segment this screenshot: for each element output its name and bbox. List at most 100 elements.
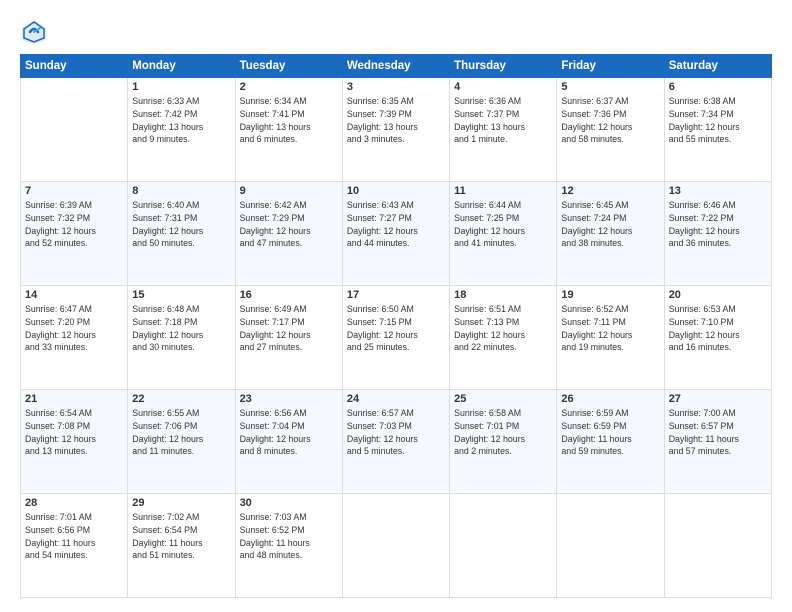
day-info: Sunrise: 6:34 AM Sunset: 7:41 PM Dayligh… — [240, 95, 338, 146]
day-info: Sunrise: 6:58 AM Sunset: 7:01 PM Dayligh… — [454, 407, 552, 458]
calendar-cell — [557, 494, 664, 598]
calendar-week-row: 14 Sunrise: 6:47 AM Sunset: 7:20 PM Dayli… — [21, 286, 772, 390]
calendar-cell: 30 Sunrise: 7:03 AM Sunset: 6:52 PM Dayli… — [235, 494, 342, 598]
day-number: 15 — [132, 289, 230, 301]
day-number: 18 — [454, 289, 552, 301]
day-info: Sunrise: 6:36 AM Sunset: 7:37 PM Dayligh… — [454, 95, 552, 146]
day-info: Sunrise: 6:54 AM Sunset: 7:08 PM Dayligh… — [25, 407, 123, 458]
logo — [20, 18, 52, 46]
day-info: Sunrise: 6:46 AM Sunset: 7:22 PM Dayligh… — [669, 199, 767, 250]
day-info: Sunrise: 6:42 AM Sunset: 7:29 PM Dayligh… — [240, 199, 338, 250]
day-info: Sunrise: 6:47 AM Sunset: 7:20 PM Dayligh… — [25, 303, 123, 354]
day-info: Sunrise: 6:56 AM Sunset: 7:04 PM Dayligh… — [240, 407, 338, 458]
calendar-cell: 4 Sunrise: 6:36 AM Sunset: 7:37 PM Daylig… — [450, 78, 557, 182]
day-info: Sunrise: 6:37 AM Sunset: 7:36 PM Dayligh… — [561, 95, 659, 146]
day-number: 16 — [240, 289, 338, 301]
calendar-cell: 18 Sunrise: 6:51 AM Sunset: 7:13 PM Dayli… — [450, 286, 557, 390]
day-info: Sunrise: 6:51 AM Sunset: 7:13 PM Dayligh… — [454, 303, 552, 354]
calendar-cell: 3 Sunrise: 6:35 AM Sunset: 7:39 PM Daylig… — [342, 78, 449, 182]
day-info: Sunrise: 6:35 AM Sunset: 7:39 PM Dayligh… — [347, 95, 445, 146]
day-info: Sunrise: 7:00 AM Sunset: 6:57 PM Dayligh… — [669, 407, 767, 458]
day-number: 14 — [25, 289, 123, 301]
day-info: Sunrise: 6:52 AM Sunset: 7:11 PM Dayligh… — [561, 303, 659, 354]
calendar-cell: 12 Sunrise: 6:45 AM Sunset: 7:24 PM Dayli… — [557, 182, 664, 286]
weekday-header-friday: Friday — [557, 55, 664, 78]
day-info: Sunrise: 7:03 AM Sunset: 6:52 PM Dayligh… — [240, 511, 338, 562]
calendar-cell: 19 Sunrise: 6:52 AM Sunset: 7:11 PM Dayli… — [557, 286, 664, 390]
weekday-header-saturday: Saturday — [664, 55, 771, 78]
calendar-cell: 16 Sunrise: 6:49 AM Sunset: 7:17 PM Dayli… — [235, 286, 342, 390]
calendar-cell: 22 Sunrise: 6:55 AM Sunset: 7:06 PM Dayli… — [128, 390, 235, 494]
calendar-cell: 17Sunrise: 6:50 AM Sunset: 7:15 PM Dayli… — [342, 286, 449, 390]
day-number: 8 — [132, 185, 230, 197]
calendar-cell: 24 Sunrise: 6:57 AM Sunset: 7:03 PM Dayli… — [342, 390, 449, 494]
day-number: 19 — [561, 289, 659, 301]
page: SundayMondayTuesdayWednesdayThursdayFrid… — [0, 0, 792, 612]
day-number: 10 — [347, 185, 445, 197]
calendar-cell: 29 Sunrise: 7:02 AM Sunset: 6:54 PM Dayli… — [128, 494, 235, 598]
calendar-cell: 10 Sunrise: 6:43 AM Sunset: 7:27 PM Dayli… — [342, 182, 449, 286]
day-number: 23 — [240, 393, 338, 405]
day-number: 13 — [669, 185, 767, 197]
day-info: Sunrise: 6:39 AM Sunset: 7:32 PM Dayligh… — [25, 199, 123, 250]
day-info: Sunrise: 6:57 AM Sunset: 7:03 PM Dayligh… — [347, 407, 445, 458]
calendar-week-row: 1Sunrise: 6:33 AM Sunset: 7:42 PM Daylig… — [21, 78, 772, 182]
day-info: Sunrise: 6:40 AM Sunset: 7:31 PM Dayligh… — [132, 199, 230, 250]
day-info: Sunrise: 6:59 AM Sunset: 6:59 PM Dayligh… — [561, 407, 659, 458]
calendar-cell: 23 Sunrise: 6:56 AM Sunset: 7:04 PM Dayli… — [235, 390, 342, 494]
calendar-cell: 8 Sunrise: 6:40 AM Sunset: 7:31 PM Daylig… — [128, 182, 235, 286]
weekday-header-sunday: Sunday — [21, 55, 128, 78]
calendar-cell: 28 Sunrise: 7:01 AM Sunset: 6:56 PM Dayli… — [21, 494, 128, 598]
weekday-header-row: SundayMondayTuesdayWednesdayThursdayFrid… — [21, 55, 772, 78]
weekday-header-wednesday: Wednesday — [342, 55, 449, 78]
logo-icon — [20, 18, 48, 46]
calendar-cell: 14 Sunrise: 6:47 AM Sunset: 7:20 PM Dayli… — [21, 286, 128, 390]
calendar-cell: 15 Sunrise: 6:48 AM Sunset: 7:18 PM Dayli… — [128, 286, 235, 390]
calendar-cell: 20Sunrise: 6:53 AM Sunset: 7:10 PM Dayli… — [664, 286, 771, 390]
day-number: 7 — [25, 185, 123, 197]
calendar-cell: 11Sunrise: 6:44 AM Sunset: 7:25 PM Dayli… — [450, 182, 557, 286]
calendar-cell: 27Sunrise: 7:00 AM Sunset: 6:57 PM Dayli… — [664, 390, 771, 494]
weekday-header-tuesday: Tuesday — [235, 55, 342, 78]
day-number: 22 — [132, 393, 230, 405]
calendar-cell: 1Sunrise: 6:33 AM Sunset: 7:42 PM Daylig… — [128, 78, 235, 182]
day-info: Sunrise: 6:48 AM Sunset: 7:18 PM Dayligh… — [132, 303, 230, 354]
day-number: 4 — [454, 81, 552, 93]
calendar-cell: 5 Sunrise: 6:37 AM Sunset: 7:36 PM Daylig… — [557, 78, 664, 182]
calendar-cell: 9 Sunrise: 6:42 AM Sunset: 7:29 PM Daylig… — [235, 182, 342, 286]
calendar-week-row: 28 Sunrise: 7:01 AM Sunset: 6:56 PM Dayli… — [21, 494, 772, 598]
day-number: 3 — [347, 81, 445, 93]
day-info: Sunrise: 7:02 AM Sunset: 6:54 PM Dayligh… — [132, 511, 230, 562]
weekday-header-monday: Monday — [128, 55, 235, 78]
day-number: 1 — [132, 81, 230, 93]
day-number: 5 — [561, 81, 659, 93]
day-info: Sunrise: 6:45 AM Sunset: 7:24 PM Dayligh… — [561, 199, 659, 250]
day-info: Sunrise: 7:01 AM Sunset: 6:56 PM Dayligh… — [25, 511, 123, 562]
calendar-cell — [21, 78, 128, 182]
calendar-cell: 6Sunrise: 6:38 AM Sunset: 7:34 PM Daylig… — [664, 78, 771, 182]
day-number: 2 — [240, 81, 338, 93]
day-number: 21 — [25, 393, 123, 405]
day-number: 12 — [561, 185, 659, 197]
calendar-cell — [450, 494, 557, 598]
day-info: Sunrise: 6:49 AM Sunset: 7:17 PM Dayligh… — [240, 303, 338, 354]
calendar-cell: 21 Sunrise: 6:54 AM Sunset: 7:08 PM Dayli… — [21, 390, 128, 494]
calendar-cell — [342, 494, 449, 598]
day-info: Sunrise: 6:53 AM Sunset: 7:10 PM Dayligh… — [669, 303, 767, 354]
day-info: Sunrise: 6:55 AM Sunset: 7:06 PM Dayligh… — [132, 407, 230, 458]
day-info: Sunrise: 6:38 AM Sunset: 7:34 PM Dayligh… — [669, 95, 767, 146]
weekday-header-thursday: Thursday — [450, 55, 557, 78]
calendar-week-row: 21 Sunrise: 6:54 AM Sunset: 7:08 PM Dayli… — [21, 390, 772, 494]
day-number: 11 — [454, 185, 552, 197]
calendar-cell: 13 Sunrise: 6:46 AM Sunset: 7:22 PM Dayli… — [664, 182, 771, 286]
calendar-cell: 26Sunrise: 6:59 AM Sunset: 6:59 PM Dayli… — [557, 390, 664, 494]
day-number: 25 — [454, 393, 552, 405]
day-number: 9 — [240, 185, 338, 197]
day-number: 29 — [132, 497, 230, 509]
day-number: 28 — [25, 497, 123, 509]
day-info: Sunrise: 6:43 AM Sunset: 7:27 PM Dayligh… — [347, 199, 445, 250]
day-number: 30 — [240, 497, 338, 509]
day-number: 24 — [347, 393, 445, 405]
calendar-cell: 2 Sunrise: 6:34 AM Sunset: 7:41 PM Daylig… — [235, 78, 342, 182]
calendar-cell — [664, 494, 771, 598]
